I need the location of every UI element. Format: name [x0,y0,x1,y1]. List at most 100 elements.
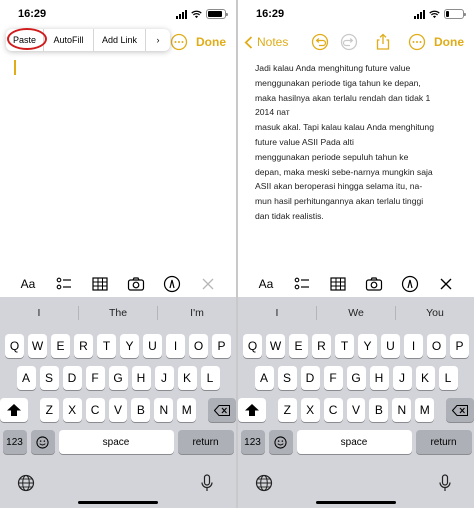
space-key[interactable]: space [58,430,174,454]
key[interactable]: M [177,398,197,422]
suggestion-1[interactable]: I [0,307,78,319]
table-icon[interactable] [91,275,109,293]
autofill-menu-item[interactable]: AutoFill [44,29,94,51]
keyboard: I The I'm Q W E R T Y U I O P A S D F G … [0,297,236,508]
key[interactable]: A [16,366,36,390]
key[interactable]: H [131,366,151,390]
key[interactable]: M [415,398,435,422]
table-icon[interactable] [329,275,347,293]
close-keyboard-icon[interactable] [437,275,455,293]
globe-icon[interactable] [17,474,35,492]
key[interactable]: B [369,398,389,422]
numbers-key[interactable]: 123 [2,430,27,454]
camera-icon[interactable] [365,275,383,293]
key[interactable]: N [392,398,412,422]
shift-key[interactable] [0,398,28,422]
key[interactable]: K [415,366,435,390]
microphone-icon[interactable] [200,474,214,492]
checklist-icon[interactable] [55,275,73,293]
key[interactable]: Z [277,398,297,422]
menu-next-arrow[interactable]: › [146,29,170,51]
key[interactable]: J [392,366,412,390]
delete-key[interactable] [446,398,474,422]
key[interactable]: R [312,334,331,358]
note-body-text[interactable]: Jadi kalau Anda menghitung future value … [255,61,465,224]
key[interactable]: V [346,398,366,422]
key[interactable]: W [28,334,47,358]
emoji-key[interactable] [30,430,55,454]
key[interactable]: Z [39,398,59,422]
key[interactable]: G [346,366,366,390]
key[interactable]: S [277,366,297,390]
key[interactable]: U [143,334,162,358]
key[interactable]: T [97,334,116,358]
shift-key[interactable] [238,398,266,422]
close-keyboard-icon[interactable] [199,275,217,293]
key[interactable]: J [154,366,174,390]
format-aa-button[interactable]: Aa [257,275,275,293]
key[interactable]: I [166,334,185,358]
add-link-menu-item[interactable]: Add Link [94,29,146,51]
back-button[interactable]: Notes [244,35,288,49]
microphone-icon[interactable] [438,474,452,492]
suggestion-2[interactable]: The [79,307,157,319]
key[interactable]: G [108,366,128,390]
key[interactable]: Y [120,334,139,358]
key[interactable]: S [39,366,59,390]
checklist-icon[interactable] [293,275,311,293]
key[interactable]: P [212,334,231,358]
more-icon[interactable] [170,33,188,51]
return-key[interactable]: return [415,430,472,454]
key[interactable]: F [85,366,105,390]
share-icon[interactable] [374,33,392,51]
key[interactable]: Q [5,334,24,358]
key[interactable]: O [189,334,208,358]
key[interactable]: X [300,398,320,422]
key[interactable]: Y [358,334,377,358]
key[interactable]: E [51,334,70,358]
markup-pen-icon[interactable] [163,275,181,293]
camera-icon[interactable] [127,275,145,293]
emoji-key[interactable] [268,430,293,454]
key[interactable]: V [108,398,128,422]
key[interactable]: L [438,366,458,390]
suggestion-3[interactable]: You [396,307,474,319]
key[interactable]: U [381,334,400,358]
globe-icon[interactable] [255,474,273,492]
key[interactable]: A [254,366,274,390]
more-icon[interactable] [408,33,426,51]
numbers-key[interactable]: 123 [240,430,265,454]
suggestion-3[interactable]: I'm [158,307,236,319]
key[interactable]: N [154,398,174,422]
done-button[interactable]: Done [196,35,226,49]
key[interactable]: F [323,366,343,390]
key[interactable]: E [289,334,308,358]
key[interactable]: C [85,398,105,422]
key[interactable]: D [62,366,82,390]
key[interactable]: C [323,398,343,422]
key[interactable]: I [404,334,423,358]
key[interactable]: L [200,366,220,390]
undo-icon[interactable] [311,33,329,51]
suggestion-1[interactable]: I [238,307,316,319]
key[interactable]: P [450,334,469,358]
key[interactable]: H [369,366,389,390]
redo-icon[interactable] [340,33,358,51]
space-key[interactable]: space [296,430,412,454]
paste-menu-item[interactable]: Paste [6,29,44,51]
key[interactable]: K [177,366,197,390]
key[interactable]: X [62,398,82,422]
key[interactable]: W [266,334,285,358]
key[interactable]: B [131,398,151,422]
delete-key[interactable] [208,398,236,422]
key[interactable]: D [300,366,320,390]
done-button[interactable]: Done [434,35,464,49]
key[interactable]: R [74,334,93,358]
format-aa-button[interactable]: Aa [19,275,37,293]
markup-pen-icon[interactable] [401,275,419,293]
key[interactable]: T [335,334,354,358]
key[interactable]: O [427,334,446,358]
suggestion-2[interactable]: We [317,307,395,319]
return-key[interactable]: return [177,430,234,454]
key[interactable]: Q [243,334,262,358]
